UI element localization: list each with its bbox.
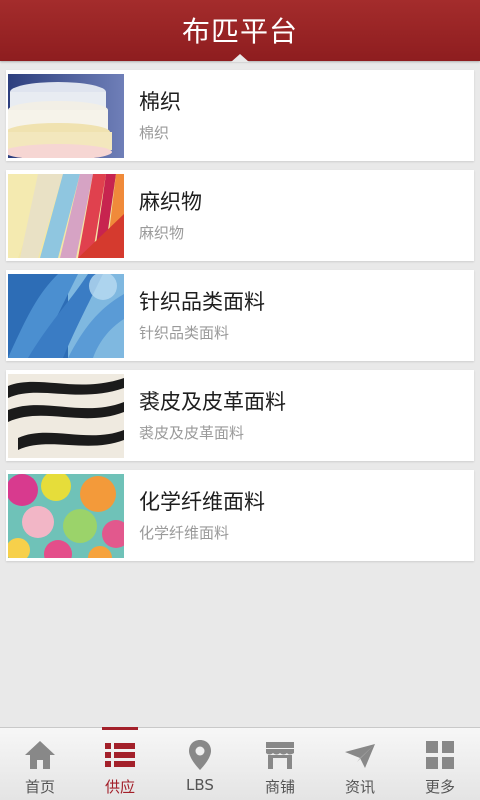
fabric-thumbnail-synthetic xyxy=(8,473,124,558)
home-icon xyxy=(25,741,55,769)
app-header: 布匹平台 xyxy=(0,0,480,62)
shop-icon xyxy=(266,742,294,769)
item-title: 化学纤维面料 xyxy=(139,490,265,514)
item-subtitle: 裘皮及皮革面料 xyxy=(139,424,245,442)
category-list: 棉织 棉织 麻织物 麻织物 针织品类面料 针织品类面料 裘皮及皮革面料 裘皮及皮… xyxy=(6,70,474,570)
list-item-cotton[interactable]: 棉织 棉织 xyxy=(6,70,474,161)
list-icon xyxy=(105,743,135,767)
tab-shop[interactable]: 商铺 xyxy=(240,728,320,800)
tab-label: 更多 xyxy=(424,778,455,796)
item-subtitle: 化学纤维面料 xyxy=(139,524,230,542)
item-title: 裘皮及皮革面料 xyxy=(139,390,286,414)
item-title: 针织品类面料 xyxy=(139,290,265,314)
location-pin-icon xyxy=(189,740,211,770)
fabric-thumbnail-knit xyxy=(8,273,124,358)
tab-lbs[interactable]: LBS xyxy=(160,728,240,800)
item-title: 棉织 xyxy=(139,90,181,114)
list-item-knit[interactable]: 针织品类面料 针织品类面料 xyxy=(6,270,474,361)
tab-supply[interactable]: 供应 xyxy=(80,727,160,800)
list-item-linen[interactable]: 麻织物 麻织物 xyxy=(6,170,474,261)
list-item-fur-leather[interactable]: 裘皮及皮革面料 裘皮及皮革面料 xyxy=(6,370,474,461)
active-tab-indicator xyxy=(102,727,138,730)
item-subtitle: 麻织物 xyxy=(139,224,185,242)
tab-news[interactable]: 资讯 xyxy=(320,728,400,800)
tab-label: 资讯 xyxy=(344,778,375,796)
list-item-synthetic[interactable]: 化学纤维面料 化学纤维面料 xyxy=(6,470,474,561)
item-subtitle: 针织品类面料 xyxy=(139,324,230,342)
page-title: 布匹平台 xyxy=(181,15,298,48)
tab-more[interactable]: 更多 xyxy=(400,728,480,800)
item-title: 麻织物 xyxy=(139,190,202,214)
grid-icon xyxy=(426,741,454,769)
fabric-thumbnail-cotton xyxy=(8,73,124,158)
tab-home[interactable]: 首页 xyxy=(0,728,80,800)
tab-label: 商铺 xyxy=(264,778,295,796)
tab-label: LBS xyxy=(186,776,214,794)
tab-label: 供应 xyxy=(104,778,135,796)
fabric-thumbnail-fur-leather xyxy=(8,373,124,458)
fabric-thumbnail-linen xyxy=(8,173,124,258)
tab-label: 首页 xyxy=(24,778,55,796)
item-subtitle: 棉织 xyxy=(139,124,170,142)
news-plane-icon xyxy=(345,744,375,768)
bottom-tab-bar: 首页 供应 LBS 商铺 资讯 更多 xyxy=(0,727,480,800)
header-notch xyxy=(231,54,249,62)
